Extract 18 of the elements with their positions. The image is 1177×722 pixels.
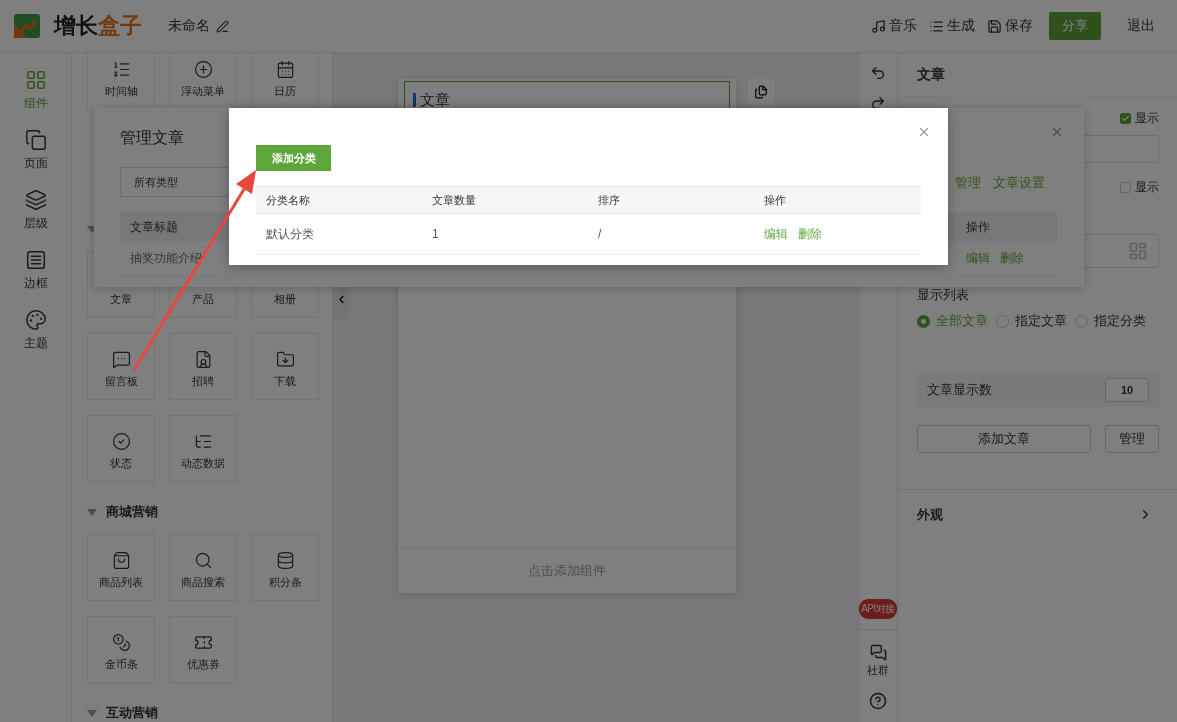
group-title: 商城营销 (106, 503, 158, 521)
table-cell-text: / (597, 227, 603, 241)
logo-text: 增长盒子 (54, 12, 142, 40)
column-header: 操作 (763, 192, 787, 208)
group-title: 互动营销 (106, 704, 158, 722)
panel-title: 文章 (898, 53, 1177, 98)
column-header: 文章标题 (130, 219, 178, 234)
table-cell-text: 1 (431, 227, 440, 241)
list-label: 显示列表 (917, 286, 970, 304)
dialog-title: 管理文章 (120, 128, 184, 148)
column-header: 分类名称 (265, 192, 311, 208)
column-header: 文章数量 (431, 192, 477, 208)
column-header: 排序 (597, 192, 621, 208)
table-cell-text: 默认分类 (265, 225, 315, 243)
block-title: 文章 (419, 90, 450, 110)
document-title: 未命名 (168, 17, 210, 35)
column-header: 操作 (966, 219, 990, 234)
count-label: 文章显示数 (927, 381, 992, 399)
